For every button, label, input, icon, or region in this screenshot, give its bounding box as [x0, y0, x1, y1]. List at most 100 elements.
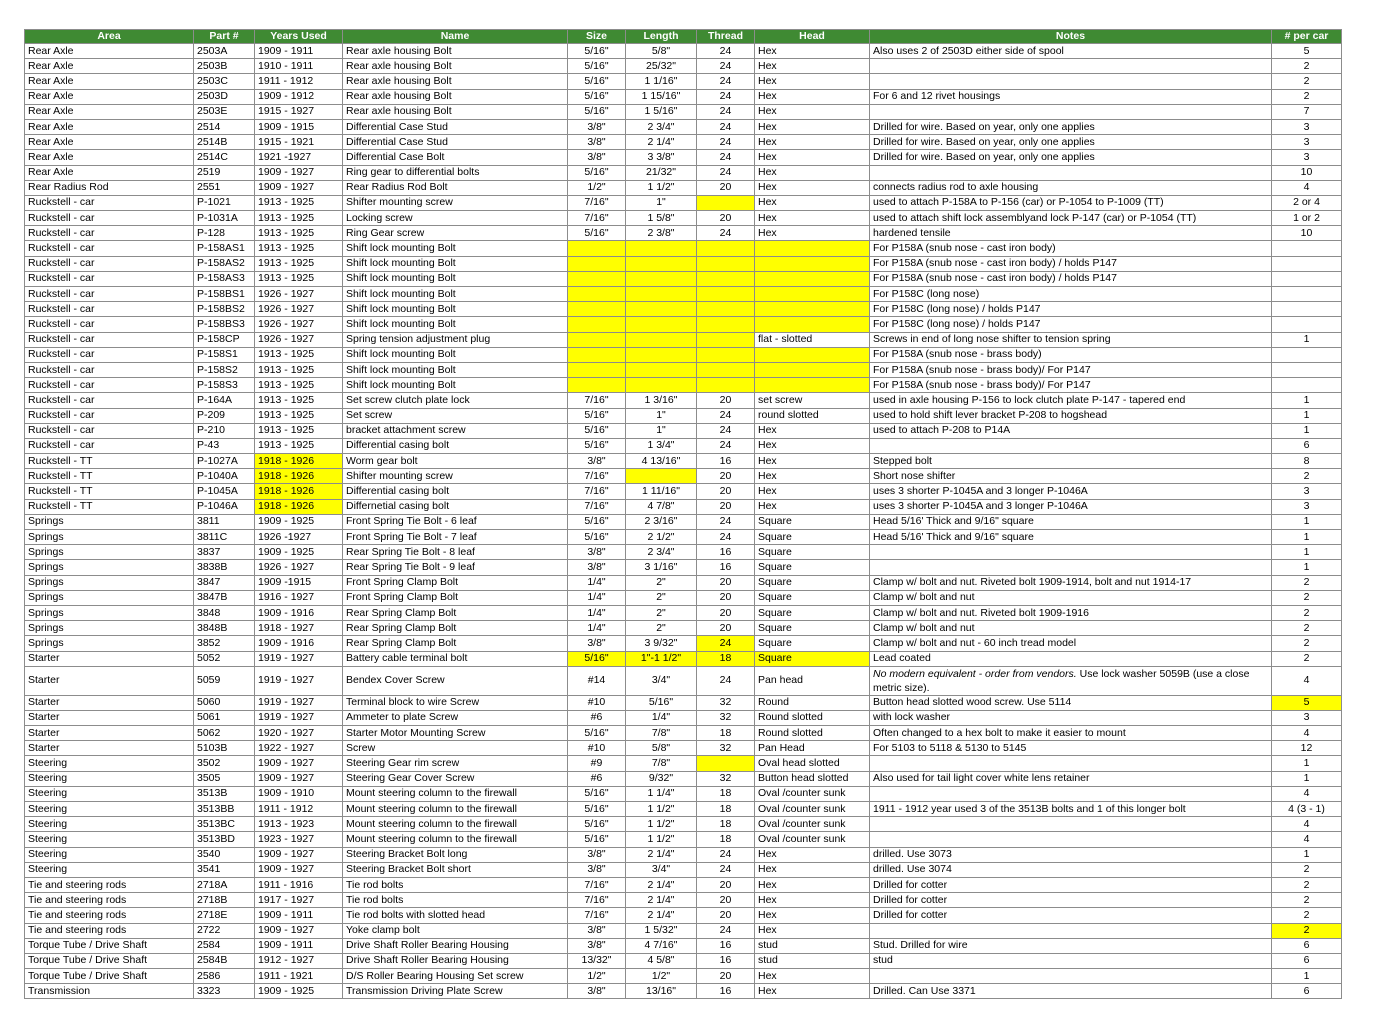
cell-size[interactable]: 7/16": [567, 907, 626, 924]
cell-size[interactable]: #6: [567, 770, 626, 787]
cell-head[interactable]: Hex: [754, 892, 870, 909]
cell-length[interactable]: [625, 285, 697, 303]
cell-part[interactable]: 3838B: [193, 559, 255, 576]
cell-thread[interactable]: 18: [696, 831, 755, 848]
cell-per-car[interactable]: 1: [1271, 755, 1342, 772]
cell-name[interactable]: Mount steering column to the firewall: [342, 816, 568, 833]
cell-per-car[interactable]: 4: [1271, 831, 1342, 848]
cell-years[interactable]: 1913 - 1925: [254, 407, 343, 424]
cell-area[interactable]: Springs: [24, 604, 194, 622]
cell-notes[interactable]: Clamp w/ bolt and nut: [869, 620, 1272, 637]
cell-per-car[interactable]: 2: [1271, 468, 1342, 485]
cell-per-car[interactable]: [1271, 361, 1342, 379]
cell-notes[interactable]: For P158C (long nose) / holds P147: [869, 301, 1272, 318]
cell-area[interactable]: Rear Axle: [24, 164, 194, 181]
cell-per-car[interactable]: [1271, 285, 1342, 303]
cell-part[interactable]: 3513BB: [193, 800, 255, 818]
cell-name[interactable]: Rear axle housing Bolt: [342, 42, 568, 60]
cell-name[interactable]: bracket attachment screw: [342, 422, 568, 439]
cell-part[interactable]: P-158CP: [193, 331, 255, 348]
cell-size[interactable]: 1/4": [567, 589, 626, 606]
cell-per-car[interactable]: 1: [1271, 770, 1342, 787]
cell-years[interactable]: 1909 - 1927: [254, 922, 343, 939]
cell-thread[interactable]: 24: [696, 42, 755, 60]
cell-per-car[interactable]: 4: [1271, 785, 1342, 803]
cell-thread[interactable]: 20: [696, 468, 755, 485]
cell-thread[interactable]: 16: [696, 937, 755, 954]
cell-area[interactable]: Ruckstell - car: [24, 301, 194, 318]
cell-head[interactable]: Pan head: [754, 665, 870, 696]
cell-part[interactable]: 5060: [193, 694, 255, 711]
cell-area[interactable]: Ruckstell - car: [24, 437, 194, 455]
cell-size[interactable]: [567, 346, 626, 363]
cell-part[interactable]: 3502: [193, 755, 255, 772]
cell-per-car[interactable]: 4 (3 - 1): [1271, 800, 1342, 818]
cell-name[interactable]: Yoke clamp bolt: [342, 922, 568, 939]
cell-per-car[interactable]: 3: [1271, 498, 1342, 515]
cell-part[interactable]: P-158AS3: [193, 270, 255, 288]
cell-thread[interactable]: 20: [696, 604, 755, 622]
cell-length[interactable]: 1/2": [625, 968, 697, 985]
cell-per-car[interactable]: 6: [1271, 952, 1342, 970]
cell-length[interactable]: 1 1/16": [625, 73, 697, 90]
cell-thread[interactable]: 24: [696, 58, 755, 75]
cell-thread[interactable]: 24: [696, 922, 755, 939]
cell-size[interactable]: 1/2": [567, 968, 626, 985]
cell-name[interactable]: Tie rod bolts with slotted head: [342, 907, 568, 924]
cell-notes[interactable]: For P158A (snub nose - cast iron body) /…: [869, 255, 1272, 272]
cell-head[interactable]: set screw: [754, 392, 870, 409]
cell-thread[interactable]: 16: [696, 453, 755, 470]
cell-size[interactable]: 5/16": [567, 42, 626, 60]
cell-part[interactable]: 3541: [193, 861, 255, 878]
cell-size[interactable]: [567, 331, 626, 348]
col-header-name[interactable]: Name: [342, 29, 568, 44]
cell-years[interactable]: 1926 -1927: [254, 528, 343, 546]
cell-size[interactable]: 3/8": [567, 544, 626, 561]
cell-part[interactable]: 2503B: [193, 58, 255, 75]
cell-part[interactable]: 2514C: [193, 149, 255, 166]
cell-name[interactable]: Shift lock mounting Bolt: [342, 301, 568, 318]
cell-per-car[interactable]: 2: [1271, 574, 1342, 591]
cell-per-car[interactable]: 1: [1271, 392, 1342, 409]
cell-thread[interactable]: [696, 331, 755, 348]
cell-name[interactable]: Mount steering column to the firewall: [342, 800, 568, 818]
cell-per-car[interactable]: 2: [1271, 88, 1342, 105]
cell-name[interactable]: Rear Spring Clamp Bolt: [342, 604, 568, 622]
cell-area[interactable]: Starter: [24, 650, 194, 667]
cell-notes[interactable]: Clamp w/ bolt and nut. Riveted bolt 1909…: [869, 574, 1272, 591]
cell-notes[interactable]: [869, 73, 1272, 90]
cell-per-car[interactable]: 3: [1271, 709, 1342, 727]
cell-notes[interactable]: [869, 103, 1272, 120]
cell-area[interactable]: Springs: [24, 589, 194, 606]
cell-thread[interactable]: 20: [696, 892, 755, 909]
cell-area[interactable]: Steering: [24, 861, 194, 878]
cell-notes[interactable]: [869, 785, 1272, 803]
cell-head[interactable]: round slotted: [754, 407, 870, 424]
cell-head[interactable]: [754, 377, 870, 394]
cell-area[interactable]: Springs: [24, 559, 194, 576]
cell-head[interactable]: Square: [754, 544, 870, 561]
cell-size[interactable]: 5/16": [567, 816, 626, 833]
cell-head[interactable]: Oval /counter sunk: [754, 816, 870, 833]
cell-size[interactable]: 7/16": [567, 892, 626, 909]
cell-notes[interactable]: used to hold shift lever bracket P-208 t…: [869, 407, 1272, 424]
cell-name[interactable]: Rear axle housing Bolt: [342, 88, 568, 105]
cell-name[interactable]: Locking screw: [342, 210, 568, 227]
cell-length[interactable]: [625, 346, 697, 363]
cell-size[interactable]: 5/16": [567, 88, 626, 105]
cell-area[interactable]: Springs: [24, 574, 194, 591]
cell-notes[interactable]: uses 3 shorter P-1045A and 3 longer P-10…: [869, 498, 1272, 515]
cell-part[interactable]: 3513BD: [193, 831, 255, 848]
cell-head[interactable]: Square: [754, 513, 870, 531]
cell-area[interactable]: Ruckstell - car: [24, 270, 194, 288]
cell-area[interactable]: Starter: [24, 665, 194, 696]
cell-length[interactable]: 5/8": [625, 740, 697, 757]
cell-per-car[interactable]: [1271, 255, 1342, 272]
cell-years[interactable]: 1926 - 1927: [254, 559, 343, 576]
cell-part[interactable]: 2584B: [193, 952, 255, 970]
cell-years[interactable]: 1912 - 1927: [254, 952, 343, 970]
cell-notes[interactable]: with lock washer: [869, 709, 1272, 727]
cell-size[interactable]: 3/8": [567, 559, 626, 576]
cell-years[interactable]: 1919 - 1927: [254, 650, 343, 667]
cell-thread[interactable]: 24: [696, 665, 755, 696]
